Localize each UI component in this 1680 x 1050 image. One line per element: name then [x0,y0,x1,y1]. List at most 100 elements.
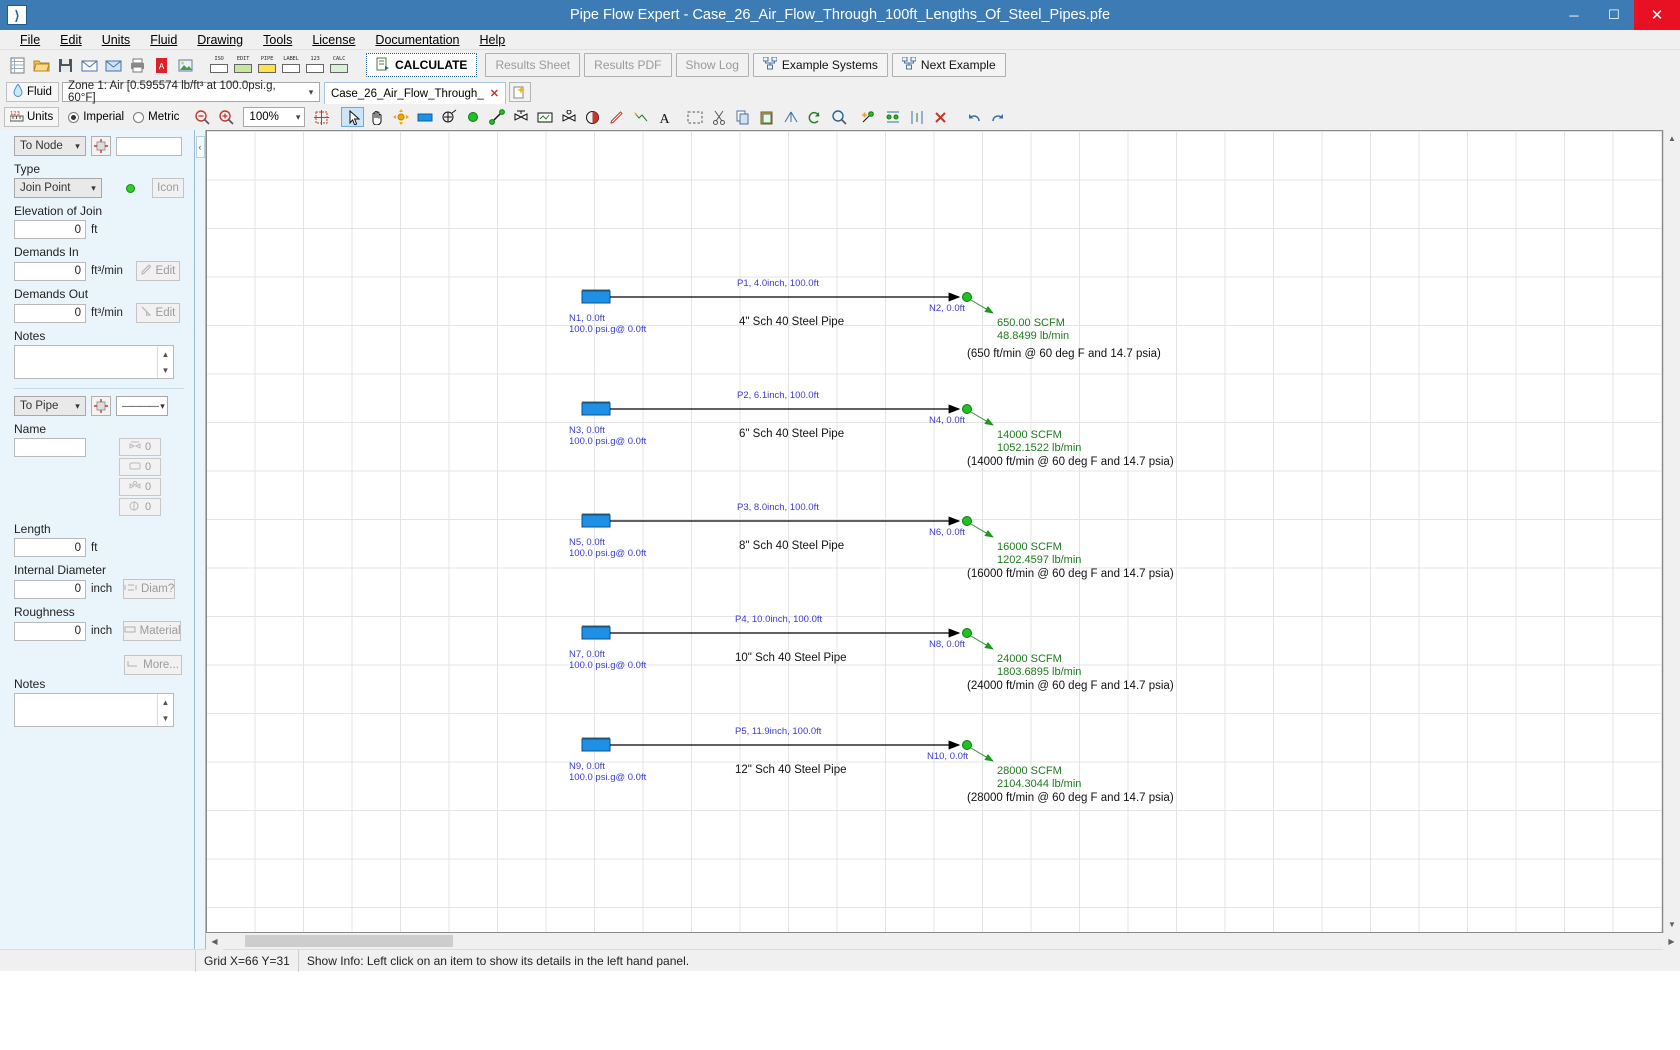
pipe-tool[interactable] [485,106,508,128]
scroll-right-icon[interactable]: ▶ [1663,932,1680,950]
node-type-select[interactable]: Join Point ▾ [14,178,102,198]
menu-item-units[interactable]: Units [92,31,140,49]
paste-icon[interactable] [755,106,778,128]
results-sheet-button[interactable]: Results Sheet [485,53,581,77]
close-icon[interactable]: ✕ [490,87,499,100]
edit-mode-icon[interactable]: EDIT [232,54,254,76]
join-node-icon-1[interactable] [962,292,972,302]
join-node-icon-2[interactable] [962,404,972,414]
join-node-icon-4[interactable] [962,628,972,638]
fluid-zone-select[interactable]: Zone 1: Air [0.595574 lb/ft³ at 100.0psi… [61,80,320,104]
tank-icon-3[interactable] [581,514,611,528]
pdf-icon[interactable]: A [150,54,172,76]
zoom-in-icon[interactable] [215,106,238,128]
align-nodes-icon[interactable] [881,106,904,128]
pipe-row-2[interactable]: P2, 6.1inch, 100.0ft N3, 0.0ft 100.0 psi… [569,390,1174,468]
icon-button[interactable]: Icon [152,178,184,198]
pipe-network-diagram[interactable]: P1, 4.0inch, 100.0ft N1, 0.0ft 100.0 psi… [207,131,1552,931]
save-icon[interactable] [54,54,76,76]
control-valve-tool[interactable] [557,106,580,128]
node-notes-scrollbar[interactable]: ▲ ▼ [157,346,173,378]
open-folder-icon[interactable] [30,54,52,76]
distribute-icon[interactable] [905,106,928,128]
move-node-tool[interactable] [389,106,412,128]
menu-item-documentation[interactable]: Documentation [365,31,469,49]
select-arrow-tool[interactable] [341,107,365,127]
pipe-notes-scrollbar[interactable]: ▲ ▼ [157,694,173,726]
pipe-notes-textarea[interactable]: ▲ ▼ [14,693,174,727]
valves-count-button[interactable]: 0 [119,478,161,496]
cut-icon[interactable] [707,106,730,128]
line-style-select[interactable]: ———— ▾ [116,396,168,416]
pipe-name-input[interactable] [14,438,86,457]
redo-icon[interactable] [986,106,1009,128]
internal-diameter-input[interactable]: 0 [14,579,86,599]
diameter-button[interactable]: Diam? [123,579,176,599]
imperial-radio[interactable]: Imperial [68,111,124,123]
goto-pipe-select[interactable]: To Pipe ▾ [14,396,86,416]
menu-item-tools[interactable]: Tools [253,31,302,49]
collapse-panel-icon[interactable]: ‹ [195,136,205,158]
menu-item-help[interactable]: Help [470,31,516,49]
new-document-icon[interactable] [508,82,531,102]
components-count-button[interactable]: 0 [119,458,161,476]
minimize-button[interactable]: ─ [1554,0,1594,30]
flip-horizontal-icon[interactable] [779,106,802,128]
pipe-row-3[interactable]: P3, 8.0inch, 100.0ft N5, 0.0ft 100.0 psi… [569,502,1174,580]
menu-item-file[interactable]: File [10,31,50,49]
export-icon[interactable] [102,54,124,76]
crosshair-picker-icon[interactable] [91,396,111,416]
node-notes-textarea[interactable]: ▲ ▼ [14,345,174,379]
scroll-up-icon[interactable]: ▲ [1663,130,1680,147]
valve-tool[interactable] [509,106,532,128]
delete-icon[interactable] [929,106,952,128]
close-button[interactable]: ✕ [1634,0,1680,30]
copy-icon[interactable] [731,106,754,128]
new-file-icon[interactable] [6,54,28,76]
rotate-icon[interactable] [803,106,826,128]
maximize-button[interactable]: ☐ [1594,0,1634,30]
zoom-out-icon[interactable] [191,106,214,128]
join-node-icon-5[interactable] [962,740,972,750]
flow-meter-tool[interactable] [533,106,556,128]
numbers-icon[interactable]: 123 [304,54,326,76]
hscroll-track[interactable] [223,933,1663,949]
hscroll-thumb[interactable] [245,935,453,947]
tank-icon-5[interactable] [581,738,611,752]
zoom-selection-icon[interactable] [827,106,850,128]
pipe-row-5[interactable]: P5, 11.9inch, 100.0ft N9, 0.0ft 100.0 ps… [569,726,1174,804]
join-point-tool[interactable] [461,106,484,128]
fluid-button[interactable]: Fluid [6,82,59,102]
material-button[interactable]: Material [123,621,182,641]
pipe-row-4[interactable]: P4, 10.0inch, 100.0ft N7, 0.0ft 100.0 ps… [569,614,1174,692]
drawing-canvas[interactable]: P1, 4.0inch, 100.0ft N1, 0.0ft 100.0 psi… [206,130,1663,933]
calc-icon[interactable]: CALC [328,54,350,76]
add-node-icon[interactable] [857,106,880,128]
scroll-down-icon[interactable]: ▼ [1663,916,1680,933]
results-pdf-button[interactable]: Results PDF [584,53,672,77]
calculate-button[interactable]: CALCULATE [366,53,478,77]
text-tool[interactable]: A [653,106,676,128]
elevation-input[interactable]: 0 [14,220,86,239]
pipe-icon[interactable]: PIPE [256,54,278,76]
image-export-icon[interactable] [174,54,196,76]
demands-in-edit-button[interactable]: Edit [135,261,180,281]
length-input[interactable]: 0 [14,538,86,557]
marquee-select-tool[interactable] [683,106,706,128]
label-icon[interactable]: LABEL [280,54,302,76]
example-systems-button[interactable]: Example Systems [752,53,888,77]
demands-in-input[interactable]: 0 [14,261,86,281]
demands-out-input[interactable]: 0 [14,303,86,323]
node-name-input[interactable] [116,136,182,156]
undo-icon[interactable] [962,106,985,128]
show-log-button[interactable]: Show Log [675,53,749,77]
document-tab[interactable]: Case_26_Air_Flow_Through_ ✕ [323,82,506,104]
email-icon[interactable] [78,54,100,76]
tank-icon-2[interactable] [581,402,611,416]
more-button[interactable]: More... [124,655,182,675]
units-button[interactable]: 123 Units [4,107,60,127]
goto-node-select[interactable]: To Node ▾ [14,136,86,156]
graph-tool[interactable] [629,106,652,128]
pump-tool[interactable] [437,106,460,128]
scroll-left-icon[interactable]: ◀ [206,932,223,950]
